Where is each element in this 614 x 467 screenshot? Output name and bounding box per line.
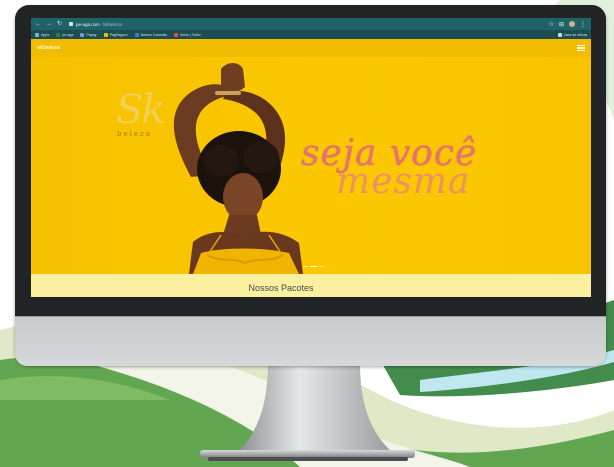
bookmark-pe-aga[interactable]: pe-aga bbox=[56, 32, 74, 37]
bookmarks-bar: Apps pe-aga Papay PagSeguro Nelson Conex… bbox=[31, 30, 591, 39]
hero-model-image bbox=[173, 63, 303, 274]
address-bar[interactable]: pe-aga.com/skbeleza bbox=[69, 22, 122, 27]
monitor-chin bbox=[15, 316, 606, 366]
bookmark-apps[interactable]: Apps bbox=[35, 32, 50, 37]
bookmark-label: Nelson Conexão bbox=[140, 32, 168, 37]
monitor-screen: ← → ↻ pe-aga.com/skbeleza ☆ ⊞ ⋮ Apps pe-… bbox=[31, 18, 591, 297]
bookmark-papay[interactable]: Papay bbox=[80, 32, 97, 37]
lock-icon bbox=[69, 22, 74, 26]
reading-list[interactable]: Lista de leitura bbox=[557, 32, 591, 37]
back-arrow-icon[interactable]: ← bbox=[35, 18, 41, 30]
carousel-dot[interactable] bbox=[303, 266, 308, 268]
bookmark-label: Apps bbox=[41, 32, 50, 37]
bookmark-twilio[interactable]: Início | Twilio bbox=[174, 32, 201, 37]
bookmark-label: Papay bbox=[86, 32, 97, 37]
bookmark-pagseguro[interactable]: PagSeguro bbox=[103, 32, 128, 37]
carousel-dot-active[interactable] bbox=[310, 266, 317, 268]
bookmark-nelson-conexao[interactable]: Nelson Conexão bbox=[134, 32, 168, 37]
browser-toolbar: ← → ↻ pe-aga.com/skbeleza ☆ ⊞ ⋮ bbox=[31, 18, 591, 30]
reading-list-label: Lista de leitura bbox=[563, 32, 587, 37]
bookmark-label: PagSeguro bbox=[109, 32, 128, 37]
url-path: /skbeleza bbox=[102, 21, 122, 27]
section-title: Nossos Pacotes bbox=[248, 282, 314, 293]
hamburger-menu-icon[interactable] bbox=[577, 44, 585, 52]
hero-carousel: Sk beleza seja você mesma bbox=[31, 57, 591, 274]
bookmark-label: pe-aga bbox=[62, 32, 74, 37]
url-host: pe-aga.com bbox=[76, 21, 100, 27]
bookmark-label: Início | Twilio bbox=[180, 32, 201, 37]
menu-dots-icon[interactable]: ⋮ bbox=[580, 21, 586, 28]
hero-slogan-line2: mesma bbox=[336, 161, 471, 202]
forward-arrow-icon[interactable]: → bbox=[46, 18, 52, 30]
carousel-indicators bbox=[303, 266, 324, 268]
star-icon[interactable]: ☆ bbox=[549, 21, 554, 28]
profile-avatar[interactable] bbox=[569, 21, 575, 27]
reload-icon[interactable]: ↻ bbox=[57, 18, 62, 30]
packages-section: Nossos Pacotes bbox=[31, 274, 591, 297]
carousel-dot[interactable] bbox=[319, 266, 324, 268]
extension-icon[interactable]: ⊞ bbox=[559, 21, 564, 28]
site-navbar: skbeleza bbox=[31, 39, 591, 57]
site-brand-link[interactable]: skbeleza bbox=[37, 45, 60, 51]
